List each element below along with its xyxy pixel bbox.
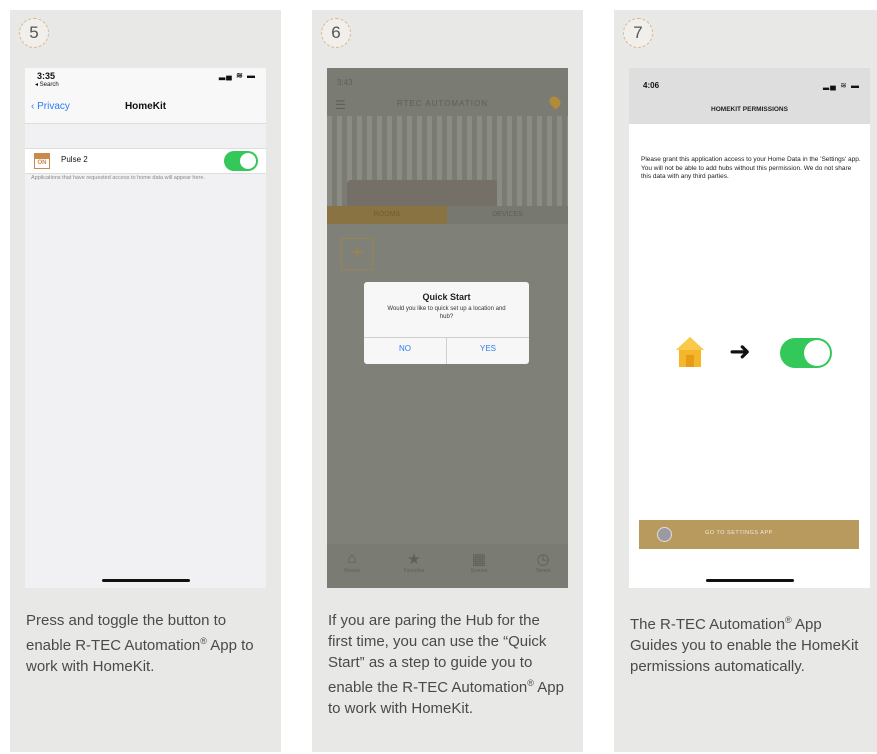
app-permission-row: ON Pulse 2 bbox=[25, 148, 266, 174]
permission-message: Please grant this application access to … bbox=[641, 156, 861, 180]
sofa-shape bbox=[347, 180, 497, 206]
pulse-app-icon: ON bbox=[34, 153, 50, 169]
step-number-badge: 7 bbox=[623, 18, 653, 48]
settings-button-label: GO TO SETTINGS APP bbox=[705, 530, 773, 536]
status-time: 3:35 bbox=[37, 71, 56, 81]
step-number-badge: 6 bbox=[321, 18, 351, 48]
homekit-access-toggle[interactable] bbox=[224, 151, 258, 171]
nav-timers[interactable]: ◷ Timers bbox=[518, 550, 568, 574]
toggle-knob bbox=[804, 340, 830, 366]
screen-title: HomeKit bbox=[124, 101, 167, 112]
dialog-no-button[interactable]: NO bbox=[364, 344, 446, 353]
room-photo bbox=[327, 116, 568, 206]
clock-icon: ◷ bbox=[536, 551, 550, 568]
room-device-tabs: ROOMS DEVICES bbox=[327, 206, 568, 224]
app-logo: RTEC AUTOMATION bbox=[397, 99, 489, 108]
location-pin-icon[interactable] bbox=[547, 94, 563, 110]
homekit-house-icon bbox=[676, 337, 704, 367]
home-indicator bbox=[101, 579, 190, 582]
step-number-badge: 5 bbox=[19, 18, 49, 48]
phone-screenshot-homekit-permissions: 4:06 ▂▄ ≋ ▬ HOMEKIT PERMISSIONS Please g… bbox=[629, 68, 870, 588]
home-indicator bbox=[705, 579, 794, 582]
signal-wifi-battery-icon: ▂▄ ≋ ▬ bbox=[823, 81, 860, 90]
status-bar: 3:35 ▂▄ ≋ ▬ bbox=[25, 68, 266, 88]
home-icon: ⌂ bbox=[347, 550, 357, 567]
step-caption: If you are paring the Hub for the first … bbox=[328, 612, 564, 717]
toggle-on-icon bbox=[780, 338, 832, 368]
arrow-right-icon: ➜ bbox=[729, 336, 751, 366]
phone-screenshot-homekit-settings: 3:35 ▂▄ ≋ ▬ ◂ Search ‹ Privacy HomeKit O… bbox=[25, 68, 266, 588]
bottom-tab-bar: ⌂ Rooms ★ Favorites ▦ Scenes ◷ Timers bbox=[327, 544, 568, 588]
phone-screenshot-quick-start: 3:43 ☰ RTEC AUTOMATION ROOMS DEVICES + Q… bbox=[327, 68, 568, 588]
go-to-settings-button[interactable]: GO TO SETTINGS APP bbox=[639, 520, 859, 549]
step-caption: Press and toggle the button to enable R-… bbox=[26, 612, 254, 675]
nav-rooms[interactable]: ⌂ Rooms bbox=[327, 550, 377, 574]
step-card-6: 6 3:43 ☰ RTEC AUTOMATION ROOMS DEVICES +… bbox=[312, 10, 583, 752]
film-icon: ▦ bbox=[471, 551, 487, 568]
status-time: 4:06 bbox=[643, 81, 660, 90]
status-time: 3:43 bbox=[337, 78, 353, 87]
star-icon: ★ bbox=[407, 551, 421, 568]
back-to-search-link[interactable]: ◂ Search bbox=[35, 81, 59, 88]
nav-scenes[interactable]: ▦ Scenes bbox=[454, 550, 504, 574]
nav-favorites[interactable]: ★ Favorites bbox=[389, 550, 439, 574]
navigation-bar: 3:35 ▂▄ ≋ ▬ ◂ Search ‹ Privacy HomeKit bbox=[25, 68, 266, 124]
app-header: 3:43 ☰ RTEC AUTOMATION bbox=[327, 68, 568, 116]
step-card-7: 7 4:06 ▂▄ ≋ ▬ HOMEKIT PERMISSIONS Please… bbox=[614, 10, 877, 752]
settings-gear-icon bbox=[657, 527, 672, 542]
dialog-title: Quick Start bbox=[422, 292, 471, 302]
signal-wifi-battery-icon: ▂▄ ≋ ▬ bbox=[219, 71, 256, 80]
menu-icon[interactable]: ☰ bbox=[335, 98, 346, 112]
screen-title: HOMEKIT PERMISSIONS bbox=[711, 106, 788, 113]
step-card-5: 5 3:35 ▂▄ ≋ ▬ ◂ Search ‹ Privacy HomeKit… bbox=[10, 10, 281, 752]
add-room-button[interactable]: + bbox=[341, 238, 373, 270]
permission-note: Applications that have requested access … bbox=[31, 175, 205, 181]
toggle-knob bbox=[240, 153, 256, 169]
dialog-message: Would you like to quick set up a locatio… bbox=[387, 306, 506, 320]
app-header: 4:06 ▂▄ ≋ ▬ HOMEKIT PERMISSIONS bbox=[629, 68, 870, 124]
dialog-yes-button[interactable]: YES bbox=[447, 344, 529, 353]
step-caption: The R-TEC Automation® App Guides you to … bbox=[630, 615, 859, 675]
tab-rooms[interactable]: ROOMS bbox=[327, 206, 447, 224]
tab-devices[interactable]: DEVICES bbox=[447, 206, 568, 224]
app-name-label: Pulse 2 bbox=[61, 155, 88, 164]
quick-start-dialog: Quick Start Would you like to quick set … bbox=[364, 282, 529, 364]
